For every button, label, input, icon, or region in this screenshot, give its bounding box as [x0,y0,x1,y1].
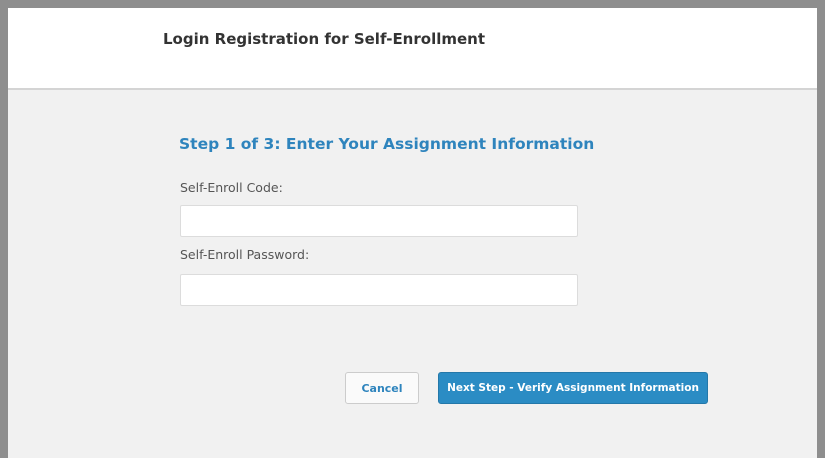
page-title: Login Registration for Self-Enrollment [163,30,486,48]
self-enroll-code-input[interactable] [180,205,578,237]
self-enroll-code-label: Self-Enroll Code: [180,180,283,195]
cancel-button[interactable]: Cancel [345,372,419,404]
window-frame: Login Registration for Self-Enrollment S… [0,0,825,458]
page-header: Login Registration for Self-Enrollment [8,8,817,90]
self-enroll-password-label: Self-Enroll Password: [180,247,310,262]
self-enroll-password-input[interactable] [180,274,578,306]
next-step-button[interactable]: Next Step - Verify Assignment Informatio… [438,372,708,404]
step-title: Step 1 of 3: Enter Your Assignment Infor… [179,135,595,153]
enrollment-form: Step 1 of 3: Enter Your Assignment Infor… [8,90,817,458]
